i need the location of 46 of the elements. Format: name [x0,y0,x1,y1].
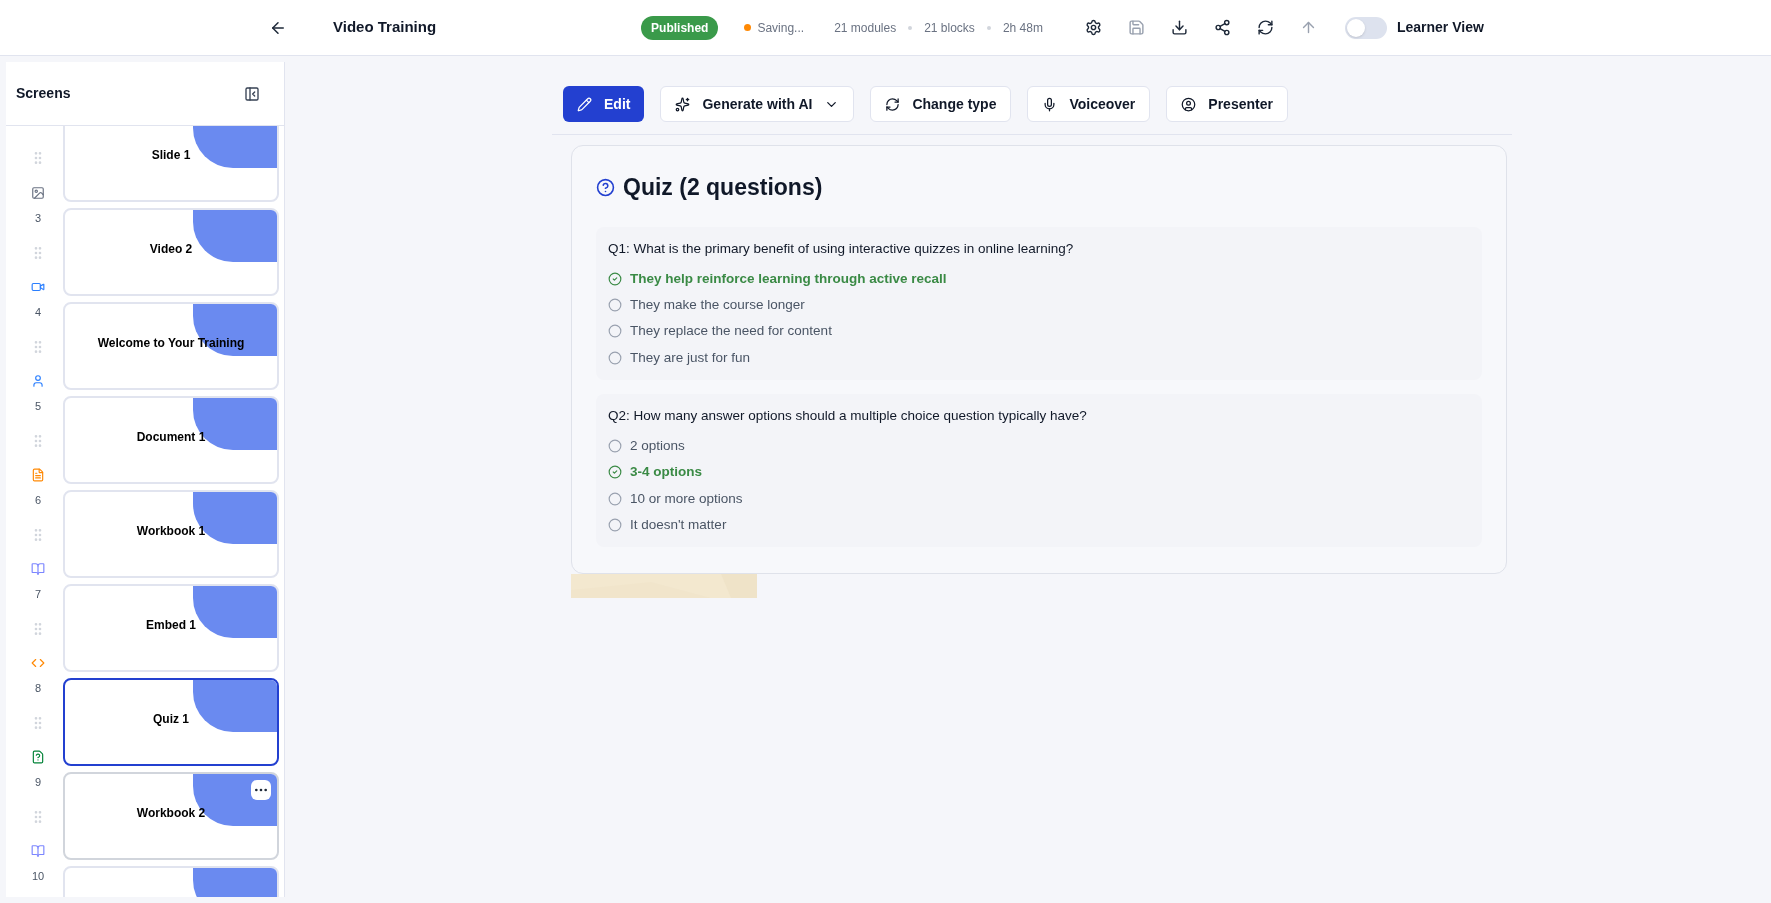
toolbar-button[interactable]: Change type [870,86,1012,122]
screen-number: 5 [34,399,42,414]
screen-title: Embed 1 [146,617,196,634]
toolbar-button[interactable]: Voiceover [1027,86,1151,122]
answer-option: They replace the need for content [630,321,832,342]
toolbar-button[interactable]: Presenter [1166,86,1288,122]
answer-option: They make the course longer [630,295,805,316]
screen-title: Video 2 [149,241,193,258]
screen-thumbnail[interactable]: Workbook 2 [63,772,279,860]
screen-number: 10 [31,869,45,884]
screen-number: 6 [34,493,42,508]
screen-title: Slide 1 [151,147,191,164]
course-stat: 2h 48m [1002,19,1043,37]
answer-option: 2 options [630,436,685,457]
question-text: Q2: How many answer options should a multiple choice question typically have? [608,406,1088,425]
screen-title: Quiz 1 [153,711,189,728]
toolbar-button[interactable]: Generate with AI [660,86,855,122]
screen-title: Workbook 2 [136,805,206,822]
panel-title: Screens [16,84,71,103]
answer-option: 10 or more options [630,488,743,509]
screen-number: 8 [34,681,42,696]
course-title: Video Training [333,17,437,38]
screen-thumbnail[interactable]: Quiz 1 [63,678,279,766]
saving-status: Saving... [744,18,805,37]
answer-option: It doesn't matter [630,514,727,535]
screen-title: Workbook 1 [136,523,206,540]
screen-number: 4 [34,305,42,320]
learner-view-label: Learner View [1396,18,1484,37]
screen-thumbnail[interactable]: Workbook 1 [63,490,279,578]
published-badge: Published [641,15,719,40]
course-stat: 21 modules [834,19,897,37]
screen-number: 7 [34,587,42,602]
answer-option: 3-4 options [630,462,702,483]
screen-thumbnail[interactable]: Embed 1 [63,584,279,672]
toolbar-button[interactable]: Edit [563,86,645,122]
question-text: Q1: What is the primary benefit of using interactive quizzes in online learning? [608,239,1075,258]
screen-thumbnail[interactable]: Document 1 [63,396,279,484]
quiz-title: Quiz (2 questions) [623,173,823,202]
answer-option: They are just for fun [630,347,751,368]
answer-option: They help reinforce learning through active recall [630,268,947,289]
screen-number: 3 [34,211,42,226]
screen-title: Document 1 [136,429,206,446]
screen-thumbnail[interactable]: Slide 1 [63,126,279,202]
screen-number: 9 [34,775,42,790]
course-stat: 21 blocks [924,19,975,37]
screen-thumbnail[interactable]: Video 2 [63,208,279,296]
